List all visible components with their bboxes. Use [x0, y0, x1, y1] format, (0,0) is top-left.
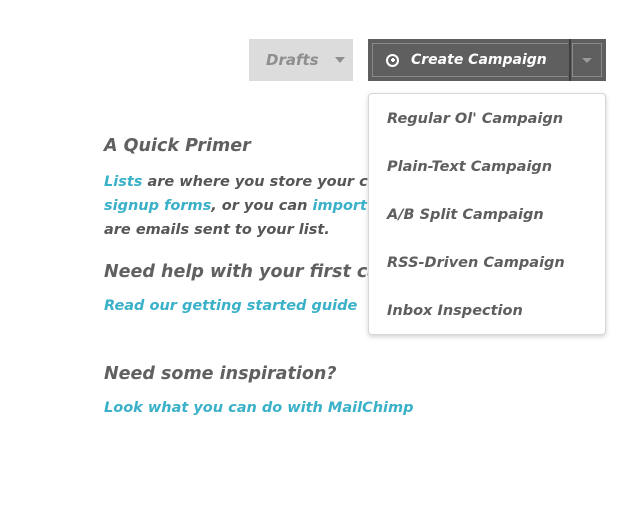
lists-link[interactable]: Lists: [104, 174, 142, 190]
menu-item-plain-text-campaign[interactable]: Plain-Text Campaign: [369, 143, 605, 191]
primer-heading: A Quick Primer: [104, 136, 251, 156]
campaigns-page: Drafts Create Campaign Regular Ol' Campa…: [0, 0, 624, 512]
drafts-button[interactable]: Drafts: [249, 39, 353, 81]
inspiration-heading: Need some inspiration?: [104, 364, 337, 384]
chevron-down-icon: [582, 57, 592, 63]
signup-forms-link[interactable]: signup forms: [104, 198, 211, 214]
create-campaign-label: Create Campaign: [411, 52, 547, 68]
drafts-label: Drafts: [266, 51, 319, 69]
menu-item-rss-driven-campaign[interactable]: RSS-Driven Campaign: [369, 239, 605, 287]
menu-item-regular-campaign[interactable]: Regular Ol' Campaign: [369, 95, 605, 143]
create-campaign-button[interactable]: Create Campaign: [372, 43, 568, 77]
mailchimp-inspiration-link[interactable]: Look what you can do with MailChimp: [104, 400, 414, 416]
primer-line-2-text: , or you can: [211, 198, 313, 214]
create-campaign-dropdown-toggle[interactable]: [572, 43, 602, 77]
plus-circle-icon: [386, 53, 399, 67]
create-campaign-split-button: Create Campaign: [368, 39, 606, 81]
chevron-down-icon: [334, 57, 345, 63]
menu-item-ab-split-campaign[interactable]: A/B Split Campaign: [369, 191, 605, 239]
campaign-type-menu: Regular Ol' Campaign Plain-Text Campaign…: [368, 93, 606, 335]
getting-started-guide-link[interactable]: Read our getting started guide: [104, 298, 357, 314]
menu-item-inbox-inspection[interactable]: Inbox Inspection: [369, 287, 605, 335]
primer-line-3-text: are emails sent to your list.: [104, 222, 330, 238]
help-heading: Need help with your first ca: [104, 262, 380, 282]
primer-line-1-text: are where you store your con: [142, 174, 389, 190]
split-divider: [569, 39, 571, 81]
